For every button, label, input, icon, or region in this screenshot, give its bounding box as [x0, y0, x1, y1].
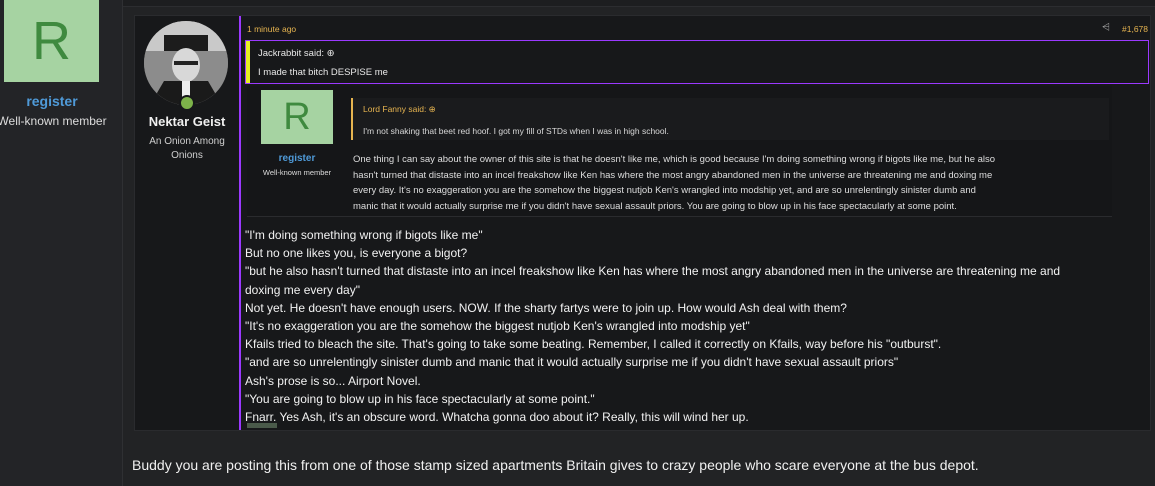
reply-line: Ash's prose is so... Airport Novel. — [245, 373, 421, 388]
post-message: Buddy you are posting this from one of t… — [132, 457, 979, 473]
embedded-quote: Lord Fanny said: ⊕ I'm not shaking that … — [351, 98, 1109, 140]
avatar[interactable]: R — [4, 0, 99, 82]
reply-line: "It's no exaggeration you are the someho… — [245, 319, 750, 334]
embedded-username[interactable]: register — [247, 153, 347, 164]
author-avatar[interactable] — [144, 21, 228, 105]
username-link[interactable]: register — [0, 93, 104, 109]
embedded-line: One thing I can say about the owner of t… — [353, 154, 996, 165]
post-time[interactable]: 1 minute ago — [247, 24, 296, 34]
quote-author[interactable]: Jackrabbit said: ⊕ — [258, 48, 335, 59]
post-number[interactable]: #1,678 — [1122, 24, 1148, 34]
embedded-avatar[interactable]: R — [261, 90, 333, 144]
reply-line: Not yet. He doesn't have enough users. N… — [245, 300, 847, 315]
online-status-icon — [179, 95, 195, 111]
post-body: 1 minute ago ⩤ #1,678 Jackrabbit said: ⊕… — [239, 16, 1152, 430]
column-divider — [122, 0, 123, 486]
reply-line: But no one likes you, is everyone a bigo… — [245, 246, 468, 261]
quoted-post: Nektar Geist An Onion Among Onions 1 min… — [134, 15, 1151, 431]
share-icon[interactable]: ⩤ — [1102, 22, 1110, 33]
embedded-quote-author[interactable]: Lord Fanny said: ⊕ — [363, 104, 436, 115]
author-title: An Onion Among Onions — [149, 136, 225, 161]
user-title: Well-known member — [0, 114, 107, 128]
embedded-quote-text: I'm not shaking that beet red hoof. I go… — [363, 126, 669, 136]
quote-accent-bar — [246, 41, 250, 83]
reply-line: "I'm doing something wrong if bigots lik… — [245, 228, 483, 242]
reply-text: "I'm doing something wrong if bigots lik… — [245, 226, 1150, 426]
previous-post-edge — [123, 0, 1155, 7]
embedded-line: hasn't turned that distaste into an ince… — [353, 169, 993, 181]
embedded-user-title: Well-known member — [262, 168, 332, 177]
reply-line: "but he also hasn't turned that distaste… — [245, 264, 1061, 279]
embedded-post: R register Well-known member Lord Fanny … — [247, 86, 1112, 217]
post-author-panel: Nektar Geist An Onion Among Onions — [135, 16, 239, 430]
author-photo-icon — [144, 21, 228, 105]
author-name[interactable]: Nektar Geist — [135, 114, 239, 129]
embedded-line: every day. It's no exaggeration you are … — [353, 185, 976, 196]
embedded-line: manic that it would actually surprise me… — [353, 200, 957, 212]
reply-line: "You are going to blow up in his face sp… — [245, 391, 595, 406]
reply-line: Fnarr. Yes Ash, it's an obscure word. Wh… — [245, 410, 749, 425]
reply-line: "and are so unrelentingly sinister dumb … — [245, 355, 899, 370]
truncated-content — [247, 423, 277, 428]
reply-line: doxing me every day" — [245, 282, 360, 297]
quote-block: Jackrabbit said: ⊕ I made that bitch DES… — [245, 40, 1149, 84]
embedded-post-text: One thing I can say about the owner of t… — [353, 152, 1113, 214]
reply-line: Kfails tried to bleach the site. That's … — [245, 337, 942, 352]
quote-text: I made that bitch DESPISE me — [258, 67, 388, 78]
